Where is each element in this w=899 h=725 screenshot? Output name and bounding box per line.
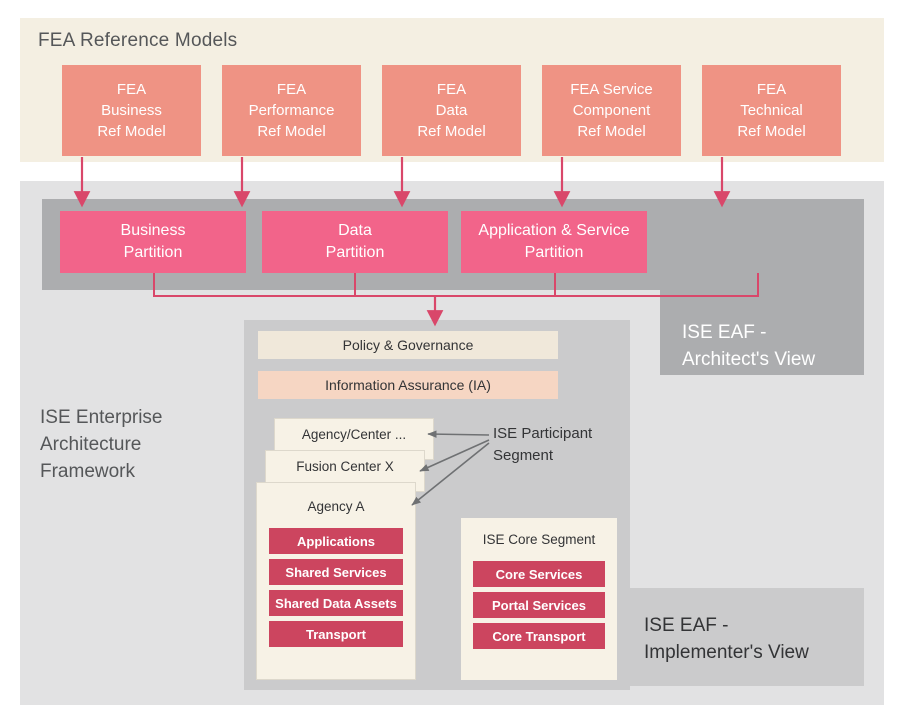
participant-card-title: Agency A [307, 499, 365, 514]
fea-business-ref-model-box[interactable]: FEA Business Ref Model [62, 65, 201, 156]
architect-view-line: ISE EAF - [682, 322, 767, 343]
information-assurance-row[interactable]: Information Assurance (IA) [258, 371, 558, 399]
core-segment-item-core-services[interactable]: Core Services [473, 561, 605, 587]
partition-line: Partition [524, 244, 584, 261]
ise-eaf-implementers-view-label: ISE EAF - Implementer's View [620, 588, 864, 686]
data-partition-box[interactable]: Data Partition [262, 211, 448, 273]
fea-reference-models-title: FEA Reference Models [38, 30, 238, 51]
segment-item-transport[interactable]: Transport [269, 621, 403, 647]
ise-participant-segment-annotation: ISE Participant Segment [493, 423, 592, 467]
fea-box-line: Ref Model [257, 123, 326, 140]
fea-box-line: Performance [248, 102, 335, 119]
fea-technical-ref-model-box[interactable]: FEA Technical Ref Model [702, 65, 841, 156]
core-segment-title: ISE Core Segment [482, 532, 596, 547]
segment-item-applications[interactable]: Applications [269, 528, 403, 554]
fea-box-line: Component [572, 102, 651, 119]
diagram-canvas: FEA Reference Models FEA Business Ref Mo… [0, 0, 899, 725]
core-segment-item-core-transport[interactable]: Core Transport [473, 623, 605, 649]
fea-service-component-ref-model-box[interactable]: FEA Service Component Ref Model [542, 65, 681, 156]
ise-core-segment-card[interactable]: ISE Core Segment Core Services Portal Se… [461, 518, 617, 680]
partition-line: Partition [123, 244, 183, 261]
core-segment-item-portal-services[interactable]: Portal Services [473, 592, 605, 618]
participant-card-title: Agency/Center ... [301, 427, 407, 442]
architect-view-line: Architect's View [682, 349, 816, 370]
business-partition-box[interactable]: Business Partition [60, 211, 246, 273]
ise-framework-label-line: ISE Enterprise [40, 407, 163, 428]
fea-box-line: Ref Model [97, 123, 166, 140]
participant-annotation-line: ISE Participant [493, 425, 593, 442]
segment-item-shared-services[interactable]: Shared Services [269, 559, 403, 585]
fea-box-line: Business [101, 102, 162, 119]
fea-box-line: Data [435, 102, 468, 119]
fea-box-line: Ref Model [577, 123, 646, 140]
ise-framework-label-line: Framework [40, 461, 136, 482]
fea-box-line: Technical [740, 102, 803, 119]
application-service-partition-box[interactable]: Application & Service Partition [461, 211, 647, 273]
fea-data-ref-model-box[interactable]: FEA Data Ref Model [382, 65, 521, 156]
fea-performance-ref-model-box[interactable]: FEA Performance Ref Model [222, 65, 361, 156]
fea-box-line: Ref Model [737, 123, 806, 140]
ise-eaf-architects-view-label: ISE EAF - Architect's View [660, 199, 864, 375]
policy-and-governance-row[interactable]: Policy & Governance [258, 331, 558, 359]
fea-box-line: Ref Model [417, 123, 486, 140]
implementer-view-line: Implementer's View [644, 642, 809, 663]
partition-line: Application & Service [478, 222, 630, 239]
fea-box-line: FEA [276, 81, 307, 98]
participant-annotation-line: Segment [493, 447, 554, 464]
fea-box-line: FEA [756, 81, 787, 98]
ise-framework-label: ISE Enterprise Architecture Framework [40, 404, 163, 485]
fea-box-line: FEA [436, 81, 467, 98]
segment-item-shared-data-assets[interactable]: Shared Data Assets [269, 590, 403, 616]
fea-box-line: FEA Service [570, 81, 653, 98]
fea-box-line: FEA [116, 81, 147, 98]
implementer-view-line: ISE EAF - [644, 615, 729, 636]
ise-framework-label-line: Architecture [40, 434, 142, 455]
partition-line: Data [338, 222, 372, 239]
participant-card-agency-a[interactable]: Agency A Applications Shared Services Sh… [256, 482, 416, 680]
partition-line: Business [120, 222, 186, 239]
partition-line: Partition [325, 244, 385, 261]
participant-card-title: Fusion Center X [296, 459, 394, 474]
